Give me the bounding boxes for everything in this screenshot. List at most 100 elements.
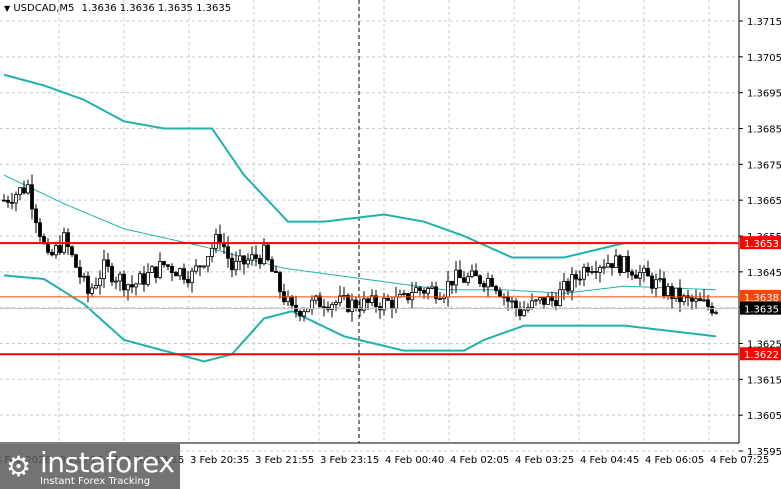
candle-body — [286, 296, 290, 303]
candle-body — [206, 256, 210, 267]
candle-body — [642, 267, 646, 273]
candle-body — [350, 299, 354, 312]
candle-body — [458, 269, 462, 279]
x-tick-label: 4 Feb 00:40 — [385, 455, 444, 466]
candle-body — [38, 222, 42, 237]
candle-body — [698, 298, 702, 302]
candle-body — [558, 289, 562, 306]
price-chart[interactable]: 1.3715 1.3705 1.3695 1.3685 1.3675 1.3665 1.36… — [0, 0, 781, 489]
candle-body — [98, 278, 102, 286]
candle-body — [102, 259, 106, 280]
candle-body — [26, 184, 30, 194]
candle-body — [218, 233, 222, 244]
candle-body — [394, 296, 398, 309]
candle-body — [258, 258, 262, 265]
y-tick-label: 1.3715 — [747, 17, 781, 28]
candle-body — [590, 271, 594, 273]
candle-body — [302, 311, 306, 317]
candle-body — [478, 275, 482, 284]
candle-body — [626, 256, 630, 273]
candle-body — [374, 295, 378, 307]
candle-body — [518, 307, 522, 317]
candle-body — [238, 255, 242, 262]
candle-body — [570, 274, 574, 292]
candle-body — [386, 297, 390, 301]
candle-body — [142, 273, 146, 285]
candle-body — [242, 255, 246, 265]
candle-body — [70, 246, 74, 256]
x-tick-label: 3 Feb 20:35 — [190, 455, 249, 466]
candle-body — [474, 270, 478, 277]
candle-body — [50, 251, 54, 256]
candle-body — [262, 244, 266, 265]
candle-body — [402, 293, 406, 295]
x-tick-label: 4 Feb 03:25 — [515, 455, 574, 466]
candle-body — [606, 263, 610, 268]
x-tick-label: 4 Feb 04:45 — [580, 455, 639, 466]
candle-body — [290, 296, 294, 306]
candle-body — [146, 272, 150, 285]
candle-body — [158, 261, 162, 278]
instaforex-logo: ⚙ instaforex Instant Forex Tracking — [0, 444, 180, 489]
candle-body — [710, 306, 714, 314]
x-tick-label: 3 Feb 21:55 — [255, 455, 314, 466]
candle-body — [278, 272, 282, 293]
candle-body — [494, 285, 498, 292]
chart-window: 1.3715 1.3705 1.3695 1.3685 1.3675 1.3665 1.36… — [0, 0, 781, 489]
x-tick-label: 4 Feb 06:05 — [645, 455, 704, 466]
candle-body — [194, 265, 198, 272]
candle-body — [118, 273, 122, 282]
candle-body — [170, 266, 174, 273]
candle-body — [130, 284, 134, 288]
candle-body — [46, 242, 50, 253]
candle-body — [78, 266, 82, 278]
candle-body — [30, 184, 34, 210]
candle-body — [110, 265, 114, 283]
candle-body — [246, 259, 250, 265]
candle-body — [706, 299, 710, 307]
candle-body — [690, 297, 694, 302]
candle-body — [714, 311, 718, 314]
candle-body — [134, 283, 138, 288]
level-price-label: 1.3622 — [744, 350, 779, 361]
candle-body — [414, 287, 418, 293]
last-price-label: 1.3635 — [744, 305, 779, 316]
x-tick-label: 4 Feb 02:05 — [450, 455, 509, 466]
candle-body — [58, 245, 62, 253]
candle-body — [182, 268, 186, 280]
level-price-label: 1.3653 — [744, 239, 779, 250]
candle-body — [554, 300, 558, 306]
candle-body — [438, 298, 442, 301]
candle-body — [486, 278, 490, 288]
candle-body — [74, 254, 78, 268]
candle-body — [10, 201, 14, 204]
candle-body — [318, 295, 322, 308]
candle-body — [450, 280, 454, 286]
x-tick-label: 4 Feb 07:25 — [710, 455, 769, 466]
candle-body — [430, 286, 434, 289]
candle-body — [34, 208, 38, 224]
candle-body — [662, 278, 666, 296]
candle-body — [566, 280, 570, 292]
candle-body — [90, 287, 94, 294]
y-tick-label: 1.3615 — [747, 375, 781, 386]
candle-body — [466, 276, 470, 283]
candle-body — [462, 277, 466, 283]
candle-body — [598, 266, 602, 273]
candle-body — [114, 280, 118, 283]
candle-body — [562, 280, 566, 291]
candle-body — [586, 266, 590, 273]
candle-body — [546, 296, 550, 305]
candle-body — [354, 299, 358, 309]
candle-body — [42, 236, 46, 244]
candle-body — [138, 273, 142, 285]
candle-body — [154, 266, 158, 278]
candle-body — [126, 284, 130, 291]
candle-body — [678, 287, 682, 303]
candle-body — [498, 290, 502, 298]
dropdown-triangle-icon[interactable]: ▼ — [4, 4, 10, 13]
y-tick-label: 1.3665 — [747, 196, 781, 207]
candle-body — [702, 299, 706, 302]
candle-body — [186, 278, 190, 284]
candle-body — [618, 255, 622, 273]
